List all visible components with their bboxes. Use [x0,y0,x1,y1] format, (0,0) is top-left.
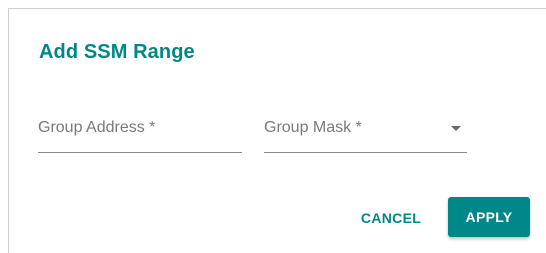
add-ssm-range-dialog: Add SSM Range Group Address * Group Mask… [8,8,546,253]
dialog-title: Add SSM Range [39,41,195,63]
group-mask-underline [264,152,467,153]
group-address-underline [38,152,242,153]
apply-button[interactable]: APPLY [448,197,530,237]
group-mask-select[interactable]: Group Mask * [264,117,467,153]
group-mask-label: Group Mask * [264,119,362,136]
cancel-button[interactable]: CANCEL [354,200,428,236]
group-address-label: Group Address * [38,119,156,136]
group-address-field[interactable]: Group Address * [38,117,242,153]
dropdown-arrow-icon[interactable] [451,126,461,131]
